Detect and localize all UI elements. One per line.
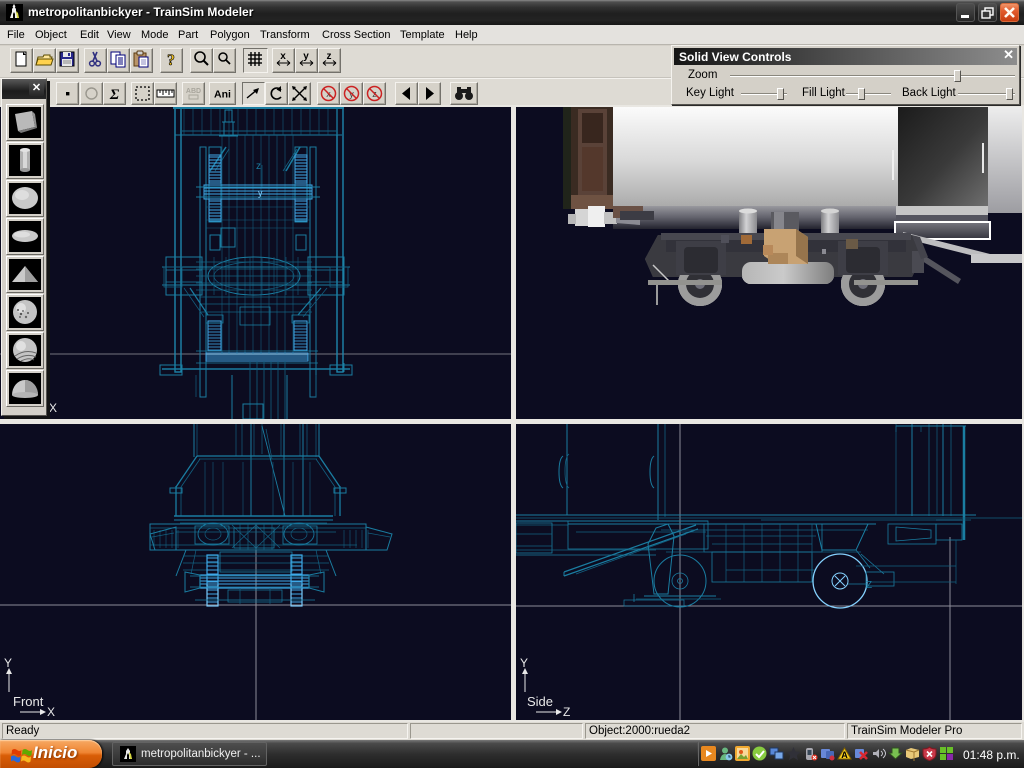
svg-text:X: X: [49, 401, 57, 415]
svg-text:Ani: Ani: [214, 89, 231, 101]
svg-text:z: z: [256, 161, 261, 172]
svg-text:A: A: [841, 750, 848, 760]
svg-text:Side: Side: [527, 694, 553, 709]
svg-text:X: X: [47, 705, 55, 719]
svg-text:y: y: [258, 188, 263, 198]
svg-text:ABD: ABD: [186, 88, 201, 95]
svg-text:Y: Y: [4, 656, 12, 670]
svg-text:z: z: [327, 51, 332, 62]
svg-text:x: x: [280, 51, 286, 62]
svg-text:?: ?: [167, 52, 175, 69]
svg-text:Σ: Σ: [109, 87, 120, 103]
svg-text:Front: Front: [13, 694, 44, 709]
svg-text:y: y: [303, 51, 309, 62]
svg-text:Y: Y: [520, 656, 528, 670]
svg-text:Z: Z: [563, 705, 570, 719]
